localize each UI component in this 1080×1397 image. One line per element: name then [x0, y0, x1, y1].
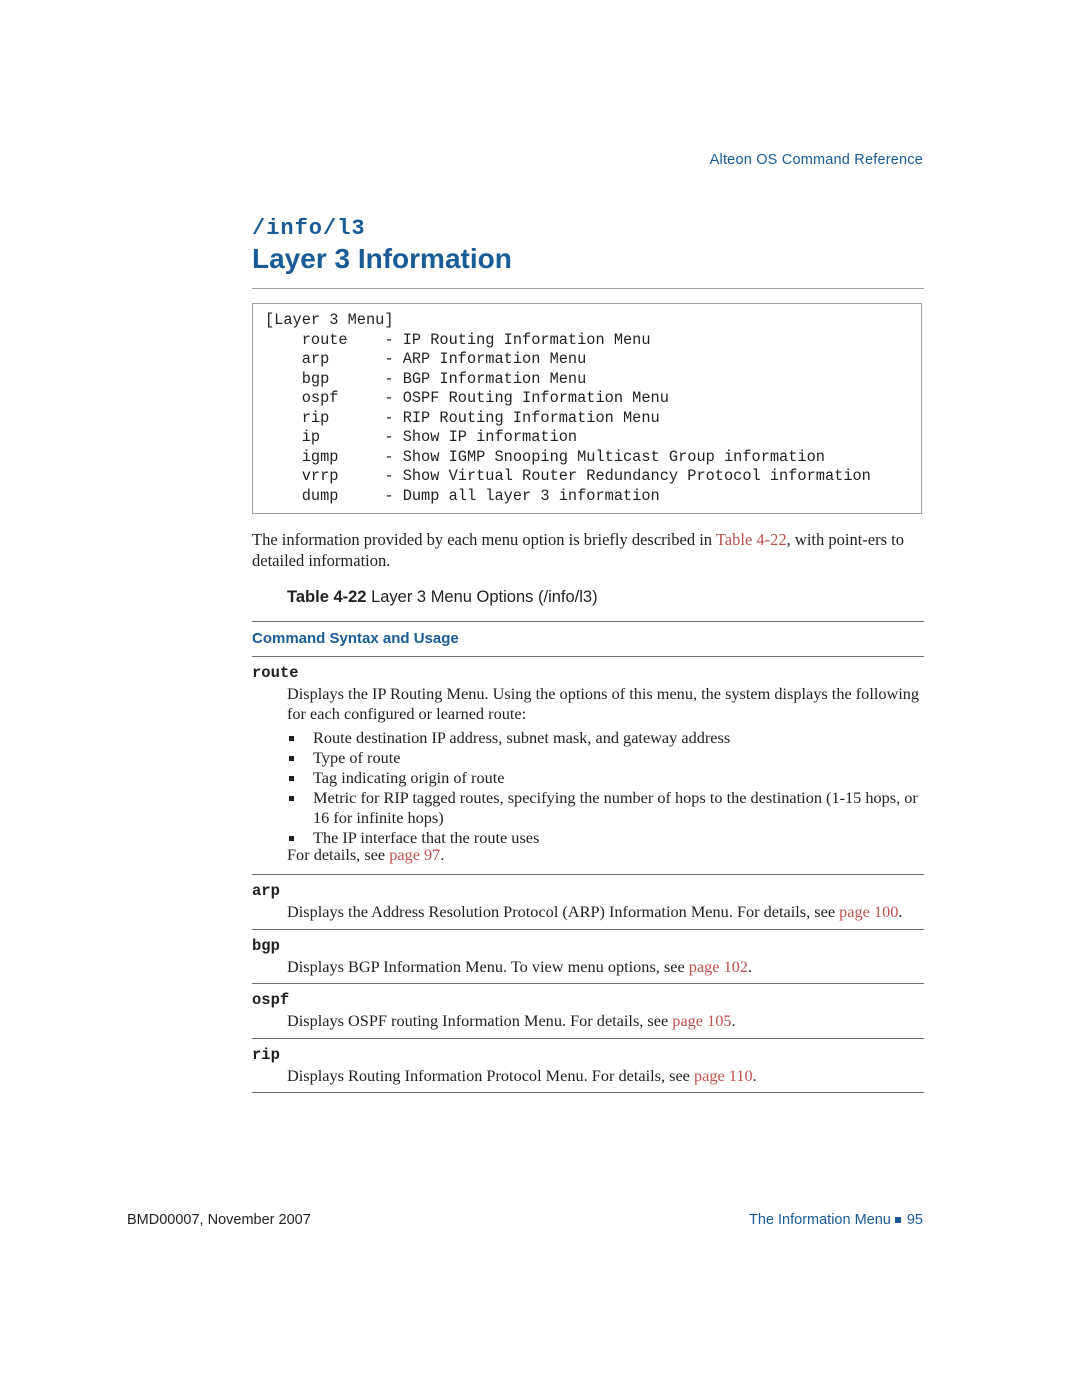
table-row-rule-bgp — [252, 983, 924, 984]
table-row-term-rip: rip — [252, 1046, 280, 1064]
table-row-rule-route — [252, 874, 924, 875]
table-caption: Table 4-22 Layer 3 Menu Options (/info/l… — [287, 588, 598, 607]
footer-page-number: 95 — [906, 1212, 923, 1228]
footer-square-icon — [894, 1217, 901, 1223]
table-caption-text: Layer 3 Menu Options (/info/l3) — [366, 588, 598, 606]
desc-prefix: Displays the Address Resolution Protocol… — [287, 902, 840, 921]
table-row-desc-bgp: Displays BGP Information Menu. To view m… — [287, 957, 932, 977]
intro-text-part1: The information provided by each menu op… — [252, 530, 716, 549]
footer-document-id: BMD00007, November 2007 — [127, 1212, 311, 1228]
page-link-number[interactable]: 105 — [703, 1011, 731, 1030]
running-header: Alteon OS Command Reference — [709, 152, 923, 168]
page-title: Layer 3 Information — [252, 243, 512, 274]
page-link[interactable]: page — [839, 902, 870, 921]
table-row-desc-route: Displays the IP Routing Menu. Using the … — [287, 684, 920, 723]
desc-suffix: . — [898, 902, 903, 921]
page-link-number[interactable]: 102 — [720, 957, 748, 976]
command-path: /info/l3 — [252, 216, 366, 241]
table-row-desc-rip: Displays Routing Information Protocol Me… — [287, 1066, 932, 1086]
page-link[interactable]: page — [389, 845, 420, 864]
document-page: Alteon OS Command Reference /info/l3 Lay… — [0, 0, 1080, 1397]
desc-suffix: . — [731, 1011, 736, 1030]
desc-suffix: . — [752, 1066, 757, 1085]
table-row-term-ospf: ospf — [252, 991, 290, 1009]
intro-paragraph: The information provided by each menu op… — [252, 529, 928, 571]
page-link[interactable]: page — [689, 957, 720, 976]
footer-suffix: . — [440, 845, 445, 864]
table-row-desc-arp: Displays the Address Resolution Protocol… — [287, 902, 932, 922]
page-link[interactable]: page — [694, 1066, 725, 1085]
table-row-term-bgp: bgp — [252, 937, 280, 955]
table-row-desc-ospf: Displays OSPF routing Information Menu. … — [287, 1011, 932, 1031]
table-header-rule — [252, 656, 924, 657]
table-cross-reference-link[interactable]: Table 4-22 — [716, 530, 787, 549]
footer-section-label: The Information Menu — [749, 1212, 891, 1228]
title-divider — [252, 288, 924, 289]
table-row-rule-arp — [252, 929, 924, 930]
footer-prefix: For details, see — [287, 845, 390, 864]
desc-prefix: Displays OSPF routing Information Menu. … — [287, 1011, 673, 1030]
page-link-number[interactable]: 110 — [725, 1066, 753, 1085]
page-link[interactable]: page — [672, 1011, 703, 1030]
table-caption-label: Table 4-22 — [287, 588, 367, 606]
list-item: Type of route — [287, 748, 927, 768]
desc-suffix: . — [748, 957, 753, 976]
list-item: Metric for RIP tagged routes, specifying… — [287, 788, 927, 828]
table-row-footer-route: For details, see page 97. — [287, 845, 444, 865]
list-item: Route destination IP address, subnet mas… — [287, 728, 927, 748]
desc-prefix: Displays BGP Information Menu. To view m… — [287, 957, 689, 976]
menu-code-block: [Layer 3 Menu] route - IP Routing Inform… — [265, 311, 871, 505]
table-bottom-rule — [252, 1092, 924, 1093]
table-row-term-route: route — [252, 664, 299, 682]
page-link-number[interactable]: 97 — [420, 845, 440, 864]
page-link-number[interactable]: 100 — [870, 902, 898, 921]
table-column-header: Command Syntax and Usage — [252, 630, 459, 647]
footer-section: The Information Menu 95 — [749, 1212, 923, 1228]
list-item: Tag indicating origin of route — [287, 768, 927, 788]
table-top-rule — [252, 621, 924, 622]
table-row-bullets-route: Route destination IP address, subnet mas… — [287, 728, 927, 848]
table-row-rule-ospf — [252, 1038, 924, 1039]
table-row-term-arp: arp — [252, 882, 280, 900]
desc-prefix: Displays Routing Information Protocol Me… — [287, 1066, 694, 1085]
